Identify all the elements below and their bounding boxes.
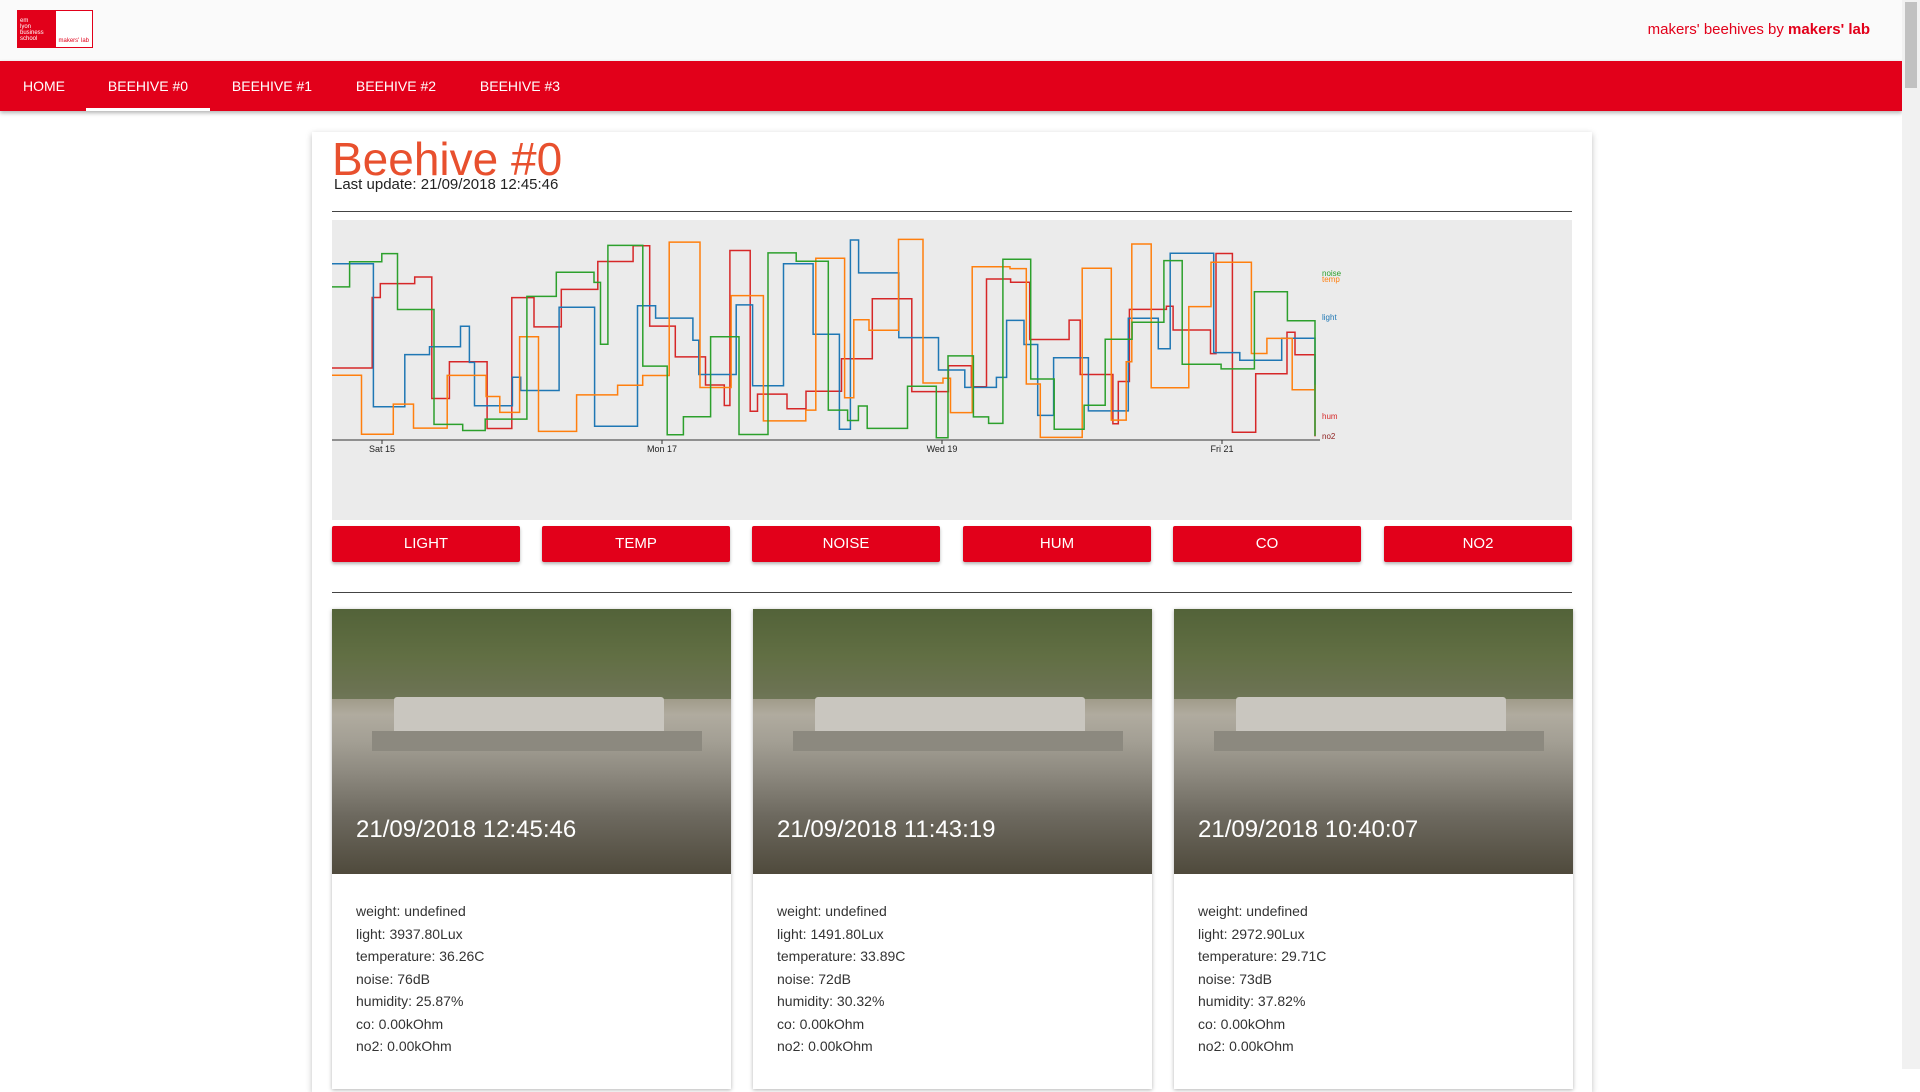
snapshot-timestamp: 21/09/2018 11:43:19 — [777, 816, 996, 843]
emlyon-logo: em lyon business school — [17, 10, 55, 48]
divider — [332, 211, 1572, 212]
no2-button[interactable]: NO2 — [1384, 526, 1572, 562]
series-line-light — [332, 239, 1316, 430]
readings-list: weight: undefined light: 3937.80Lux temp… — [356, 900, 484, 1058]
reading-no2: no2: 0.00kOhm — [777, 1038, 873, 1054]
series-label-hum: hum — [1322, 412, 1338, 421]
reading-weight: weight: undefined — [1198, 903, 1308, 919]
sensor-chart[interactable]: Sat 15 Mon 17 Wed 19 Fri 21 noise temp light hu… — [332, 220, 1572, 520]
divider — [332, 592, 1572, 593]
brand-text: makers' beehives by makers' lab — [1648, 21, 1870, 38]
hive-photo: 21/09/2018 11:43:19 — [753, 609, 1152, 874]
hum-button[interactable]: HUM — [963, 526, 1151, 562]
snapshot-card[interactable]: 21/09/2018 10:40:07 weight: undefined li… — [1174, 609, 1573, 1089]
nav-beehive-1[interactable]: BEEHIVE #1 — [210, 61, 334, 111]
logo[interactable]: em lyon business school makers' lab — [17, 10, 93, 48]
reading-co: co: 0.00kOhm — [356, 1015, 444, 1032]
series-line-hum — [332, 245, 1316, 437]
x-tick-label: Fri 21 — [1210, 444, 1233, 454]
light-button[interactable]: LIGHT — [332, 526, 520, 562]
temp-button[interactable]: TEMP — [542, 526, 730, 562]
reading-no2: no2: 0.00kOhm — [356, 1038, 452, 1054]
nav-beehive-0[interactable]: BEEHIVE #0 — [86, 61, 210, 111]
brand-name[interactable]: makers' lab — [1788, 21, 1870, 38]
reading-humidity: humidity: 37.82% — [1198, 993, 1306, 1009]
series-label-temp: temp — [1322, 275, 1340, 284]
beehive-card: Beehive #0 Last update: 21/09/2018 12:45… — [312, 132, 1592, 1092]
reading-humidity: humidity: 25.87% — [356, 993, 464, 1009]
reading-weight: weight: undefined — [777, 903, 887, 919]
reading-noise: noise: 76dB — [356, 970, 430, 987]
makers-lab-logo: makers' lab — [55, 10, 93, 48]
hive-photo: 21/09/2018 12:45:46 — [332, 609, 731, 874]
logo-lab-text: makers' lab — [58, 38, 90, 44]
series-label-no2: no2 — [1322, 432, 1336, 441]
x-tick-label: Sat 15 — [369, 444, 395, 454]
snapshot-card[interactable]: 21/09/2018 11:43:19 weight: undefined li… — [753, 609, 1152, 1089]
reading-light: light: 1491.80Lux — [777, 925, 884, 942]
hive-photo: 21/09/2018 10:40:07 — [1174, 609, 1573, 874]
reading-light: light: 2972.90Lux — [1198, 925, 1305, 942]
reading-humidity: humidity: 30.32% — [777, 993, 885, 1009]
series-line-noise — [332, 244, 1316, 439]
readings-list: weight: undefined light: 1491.80Lux temp… — [777, 900, 905, 1058]
nav-beehive-2[interactable]: BEEHIVE #2 — [334, 61, 458, 111]
readings-list: weight: undefined light: 2972.90Lux temp… — [1198, 900, 1326, 1058]
series-line-temp — [332, 238, 1316, 439]
reading-noise: noise: 73dB — [1198, 970, 1272, 987]
reading-temperature: temperature: 36.26C — [356, 948, 485, 964]
co-button[interactable]: CO — [1173, 526, 1361, 562]
snapshot-card[interactable]: 21/09/2018 12:45:46 weight: undefined li… — [332, 609, 731, 1089]
brand-prefix: makers' beehives by — [1647, 21, 1784, 38]
snapshot-timestamp: 21/09/2018 12:45:46 — [356, 816, 577, 843]
nav-home[interactable]: HOME — [0, 61, 88, 111]
sensor-button-row: LIGHT TEMP NOISE HUM CO NO2 — [332, 526, 1572, 562]
logo-text-line: school — [20, 36, 38, 42]
series-label-light: light — [1322, 313, 1337, 322]
x-tick-label: Wed 19 — [927, 444, 958, 454]
noise-button[interactable]: NOISE — [752, 526, 940, 562]
top-header: em lyon business school makers' lab make… — [0, 0, 1902, 61]
snapshot-timestamp: 21/09/2018 10:40:07 — [1198, 816, 1419, 843]
reading-weight: weight: undefined — [356, 903, 466, 919]
page-scrollbar[interactable] — [1902, 0, 1920, 1069]
reading-temperature: temperature: 33.89C — [777, 948, 906, 964]
nav-beehive-3[interactable]: BEEHIVE #3 — [458, 61, 582, 111]
reading-light: light: 3937.80Lux — [356, 925, 463, 942]
reading-noise: noise: 72dB — [777, 970, 851, 987]
reading-co: co: 0.00kOhm — [1198, 1015, 1286, 1032]
reading-temperature: temperature: 29.71C — [1198, 948, 1327, 964]
x-tick-label: Mon 17 — [647, 444, 677, 454]
scrollbar-thumb[interactable] — [1905, 2, 1917, 88]
last-update: Last update: 21/09/2018 12:45:46 — [334, 176, 559, 193]
chart-svg: Sat 15 Mon 17 Wed 19 Fri 21noisetemplighthu… — [332, 238, 1342, 454]
reading-co: co: 0.00kOhm — [777, 1015, 865, 1032]
reading-no2: no2: 0.00kOhm — [1198, 1038, 1294, 1054]
main-nav: HOME BEEHIVE #0 BEEHIVE #1 BEEHIVE #2 BE… — [0, 61, 1902, 111]
